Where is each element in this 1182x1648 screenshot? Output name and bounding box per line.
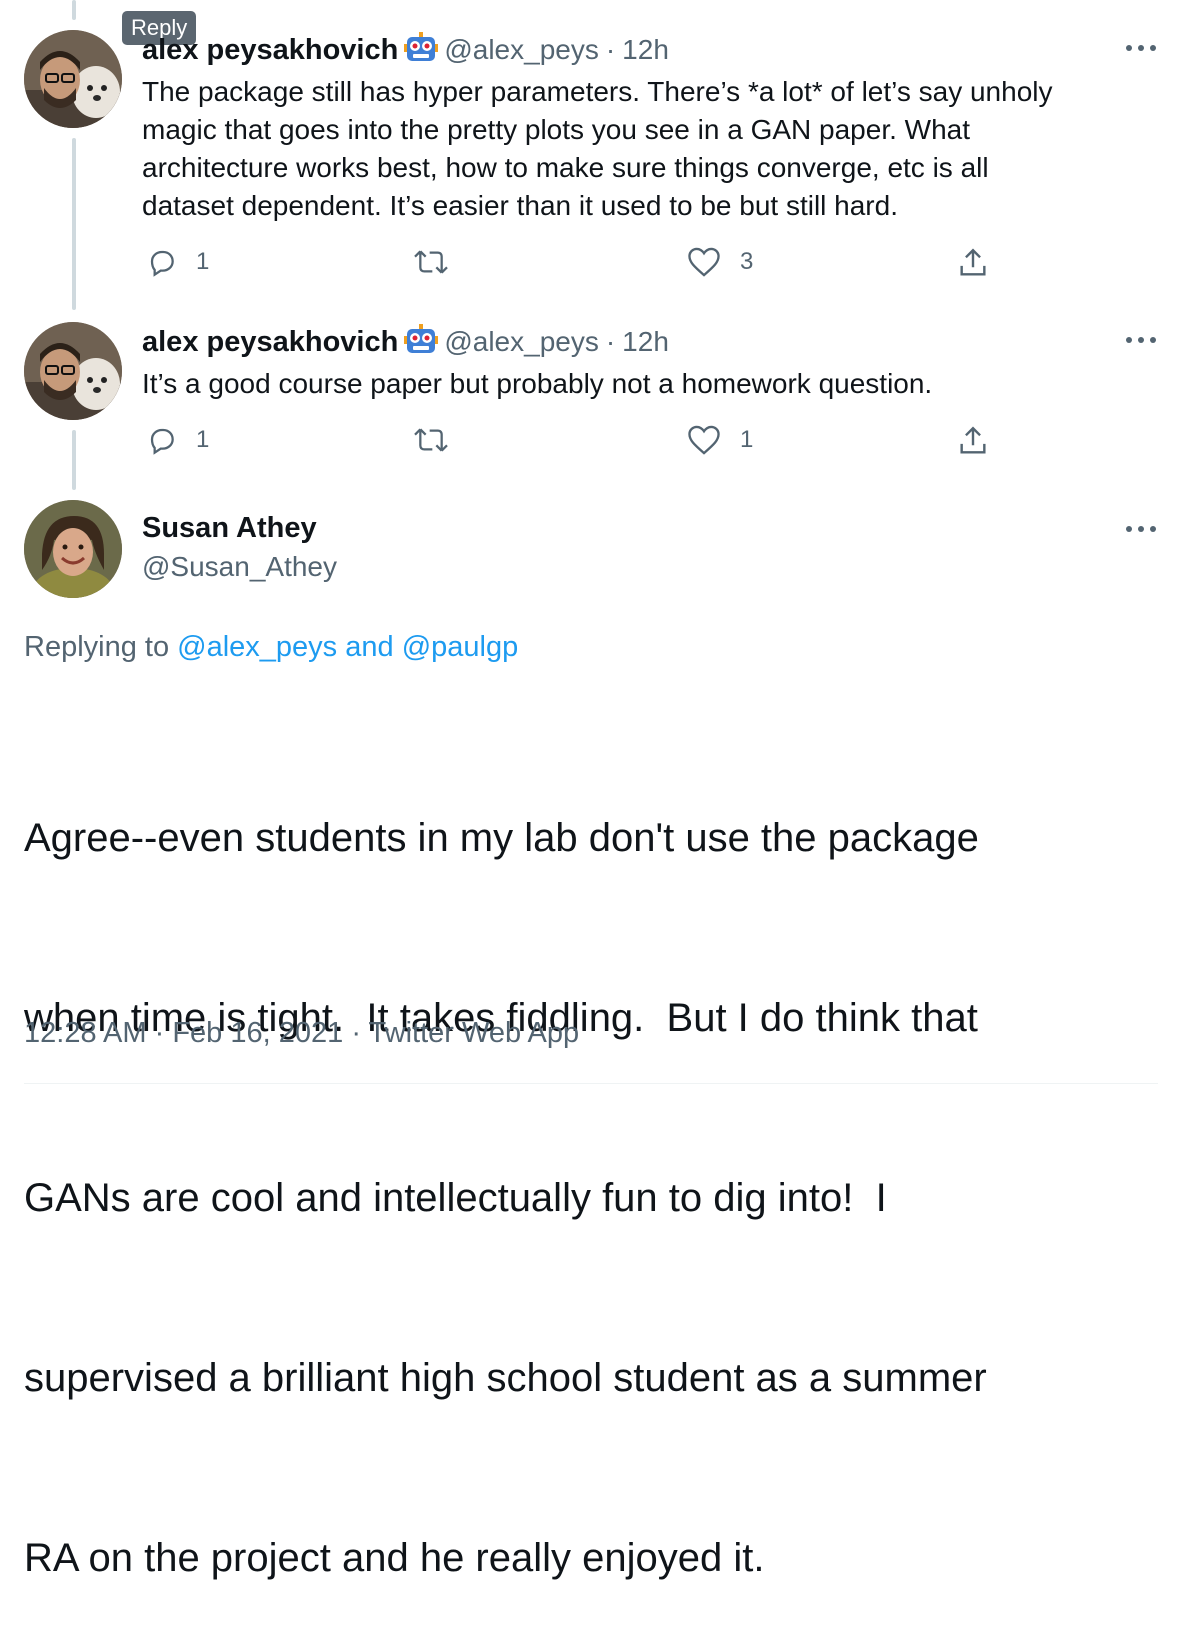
retweet-button[interactable]: [412, 424, 468, 456]
reply-count: 1: [196, 248, 210, 275]
user-handle[interactable]: @alex_peys: [444, 326, 599, 358]
user-handle[interactable]: @alex_peys: [444, 34, 599, 66]
tweet-text-line: The package still has hyper parameters. …: [142, 76, 1053, 107]
timestamp[interactable]: 12h: [622, 326, 669, 358]
main-tweet-text: Agree--even students in my lab don't use…: [24, 688, 1164, 1648]
more-options-icon[interactable]: [1126, 43, 1156, 53]
avatar[interactable]: [24, 30, 122, 128]
avatar[interactable]: [24, 500, 122, 598]
robot-emoji-icon: [404, 323, 439, 362]
display-name[interactable]: alex peysakhovich: [142, 326, 398, 359]
replying-to: Replying to @alex_peys and @paulgp: [24, 631, 518, 664]
tweet-text: The package still has hyper parameters. …: [142, 73, 1162, 225]
heart-icon: [688, 247, 720, 277]
like-count: 3: [740, 248, 754, 275]
display-name[interactable]: Susan Athey: [142, 512, 317, 545]
tweet-metadata: 12:28 AM · Feb 16, 2021 · Twitter Web Ap…: [24, 1017, 579, 1050]
tweet-source[interactable]: Twitter Web App: [369, 1017, 580, 1049]
more-options-icon[interactable]: [1126, 335, 1156, 345]
main-tweet-line: supervised a brilliant high school stude…: [24, 1356, 987, 1400]
avatar[interactable]: [24, 322, 122, 420]
tweet-text-line: dataset dependent. It’s easier than it u…: [142, 190, 898, 221]
reply-count: 1: [196, 426, 210, 453]
main-tweet-line: RA on the project and he really enjoyed …: [24, 1536, 765, 1580]
retweet-button[interactable]: [412, 246, 468, 278]
main-tweet-line: GANs are cool and intellectually fun to …: [24, 1176, 887, 1220]
tweet-time[interactable]: 12:28 AM: [24, 1017, 147, 1049]
timestamp[interactable]: 12h: [622, 34, 669, 66]
tweet-text-line: magic that goes into the pretty plots yo…: [142, 114, 971, 145]
like-count: 1: [740, 426, 754, 453]
more-options-icon[interactable]: [1126, 524, 1156, 534]
reply-button[interactable]: 1: [146, 246, 209, 278]
share-icon: [960, 426, 986, 454]
separator-dot: ·: [351, 1017, 361, 1049]
tweet-text-line: architecture works best, how to make sur…: [142, 152, 989, 183]
mention-link[interactable]: @alex_peys: [177, 631, 337, 663]
main-tweet-line: Agree--even students in my lab don't use…: [24, 816, 979, 860]
tweet-header: alex peysakhovich @alex_peys · 12h: [142, 30, 669, 70]
like-button[interactable]: 3: [686, 246, 753, 278]
display-name[interactable]: alex peysakhovich: [142, 34, 398, 67]
retweet-icon: [414, 428, 448, 452]
tweet-text-line: It’s a good course paper but probably no…: [142, 368, 933, 399]
share-button[interactable]: [956, 424, 990, 458]
separator-dot: ·: [605, 34, 616, 65]
reply-button[interactable]: 1: [146, 424, 209, 456]
replying-to-label: Replying to: [24, 631, 170, 663]
thread-line-top: [72, 0, 76, 20]
like-button[interactable]: 1: [686, 424, 753, 456]
separator-dot: ·: [154, 1017, 165, 1049]
retweet-icon: [414, 250, 448, 274]
reply-icon: [150, 428, 174, 455]
tweet-header: alex peysakhovich @alex_peys · 12h: [142, 322, 669, 362]
tweet-text: It’s a good course paper but probably no…: [142, 365, 1162, 403]
share-icon: [960, 248, 986, 276]
robot-emoji-icon: [404, 31, 439, 70]
user-handle[interactable]: @Susan_Athey: [142, 551, 337, 583]
reply-icon: [150, 250, 174, 277]
mention-link[interactable]: @paulgp: [402, 631, 519, 663]
separator-dot: ·: [605, 326, 616, 357]
tweet-date[interactable]: Feb 16, 2021: [172, 1017, 343, 1049]
mention-and: and: [345, 631, 394, 663]
thread-line-2: [72, 430, 76, 490]
divider: [24, 1083, 1158, 1084]
share-button[interactable]: [956, 246, 990, 280]
thread-line-1: [72, 138, 76, 310]
heart-icon: [688, 425, 720, 455]
